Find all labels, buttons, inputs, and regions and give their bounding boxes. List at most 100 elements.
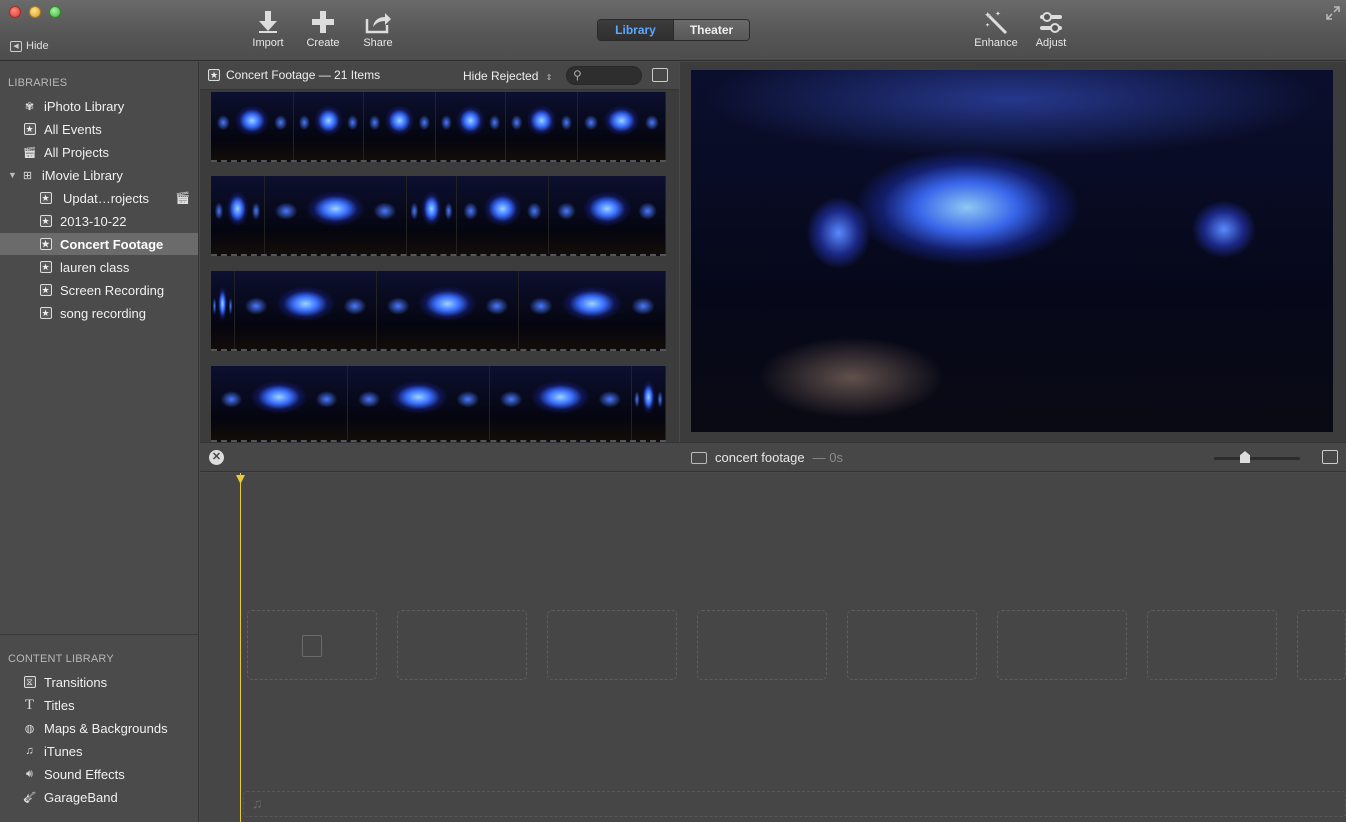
- timeline-header: ✕ concert footage — 0s: [200, 442, 1346, 472]
- close-window-button[interactable]: [9, 6, 21, 18]
- close-project-icon[interactable]: ✕: [209, 450, 224, 465]
- zoom-slider[interactable]: [1214, 451, 1300, 463]
- star-icon: ★: [39, 238, 52, 250]
- libraries-sidebar: LIBRARIES ✾ iPhoto Library ★ All Events …: [0, 62, 199, 822]
- playhead[interactable]: [240, 473, 241, 822]
- hide-label: Hide: [26, 40, 49, 52]
- search-input[interactable]: ⚲: [566, 66, 642, 85]
- clip-frame: [436, 92, 506, 160]
- clip-frame: [457, 176, 549, 254]
- star-icon: ★: [39, 192, 52, 204]
- clip-frame: [549, 176, 666, 254]
- sidebar-item-2013-10-22[interactable]: ★ 2013-10-22: [0, 210, 198, 232]
- clip-frame: [348, 366, 490, 440]
- sidebar-item-transitions[interactable]: ⧖ Transitions: [0, 671, 198, 693]
- event-title: ★ Concert Footage — 21 Items: [208, 68, 381, 82]
- clip-placeholder: [697, 610, 827, 680]
- clip-placeholder: [997, 610, 1127, 680]
- viewer: [680, 62, 1346, 442]
- globe-icon: ◍: [24, 722, 35, 735]
- clip-filmstrip[interactable]: [211, 366, 666, 442]
- library-tab[interactable]: Library: [598, 20, 674, 40]
- svg-text:✦: ✦: [995, 10, 1001, 18]
- clip-filter-popup[interactable]: Hide Rejected ⇕: [463, 69, 552, 83]
- clip-placeholder: [1147, 610, 1277, 680]
- filmstrip-settings-icon[interactable]: [652, 68, 668, 82]
- clip-filmstrip[interactable]: [211, 92, 666, 162]
- grid-icon: ⊞: [22, 169, 33, 182]
- sidebar-item-all-projects[interactable]: 🎬︎ All Projects: [0, 141, 198, 163]
- zoom-slider-knob[interactable]: [1240, 451, 1250, 463]
- clip-frame: [294, 92, 364, 160]
- import-button[interactable]: Import: [240, 10, 296, 49]
- sidebar-item-screen-recording[interactable]: ★ Screen Recording: [0, 279, 198, 301]
- theater-tab[interactable]: Theater: [674, 20, 749, 40]
- sidebar-item-concert-footage[interactable]: ★ Concert Footage: [0, 233, 198, 255]
- clip-frame: [211, 271, 235, 349]
- view-mode-segmented-control: Library Theater: [597, 19, 750, 41]
- minimize-window-button[interactable]: [29, 6, 41, 18]
- toolbar: ◀ Hide Import Create Share Library Theat…: [0, 0, 1346, 61]
- playhead-marker[interactable]: [236, 475, 245, 484]
- clip-placeholder: [397, 610, 527, 680]
- sidebar-item-lauren-class[interactable]: ★ lauren class: [0, 256, 198, 278]
- titles-icon: T: [24, 696, 35, 713]
- clip-frame: [490, 366, 632, 440]
- project-title: concert footage — 0s: [691, 450, 843, 465]
- share-button[interactable]: Share: [350, 10, 406, 49]
- clip-frame: [211, 92, 294, 160]
- magic-wand-icon: ✦ ✦ ✦: [984, 10, 1008, 34]
- create-button[interactable]: Create: [295, 10, 351, 49]
- sidebar-divider: [0, 634, 198, 635]
- clip-frame: [265, 176, 407, 254]
- sidebar-item-garageband[interactable]: 🎸︎ GarageBand: [0, 786, 198, 808]
- sidebar-item-sound-effects[interactable]: 🔊︎ Sound Effects: [0, 763, 198, 785]
- share-icon: [365, 13, 391, 34]
- content-library-header: CONTENT LIBRARY: [8, 653, 114, 665]
- star-icon: ★: [39, 215, 52, 227]
- adjust-button[interactable]: Adjust: [1023, 10, 1079, 49]
- sidebar-item-all-events[interactable]: ★ All Events: [0, 118, 198, 140]
- film-placeholder-icon: [302, 635, 322, 657]
- guitar-icon: 🎸︎: [22, 791, 37, 804]
- enhance-button[interactable]: ✦ ✦ ✦ Enhance: [968, 10, 1024, 49]
- timeline[interactable]: ♫: [200, 473, 1346, 822]
- sidebar-toggle-icon: ◀: [10, 40, 22, 52]
- clip-filmstrip[interactable]: [211, 176, 666, 256]
- sidebar-item-imovie-library[interactable]: ▼ ⊞ iMovie Library: [0, 164, 198, 186]
- clip-frame: [407, 176, 457, 254]
- sidebar-item-itunes[interactable]: ♫ iTunes: [0, 740, 198, 762]
- svg-text:✦: ✦: [984, 11, 992, 21]
- adjust-sliders-icon: [1040, 12, 1062, 33]
- sidebar-item-maps-backgrounds[interactable]: ◍ Maps & Backgrounds: [0, 717, 198, 739]
- hide-libraries-button[interactable]: ◀ Hide: [10, 40, 49, 52]
- disclosure-triangle-icon[interactable]: ▼: [8, 170, 17, 180]
- event-browser: ★ Concert Footage — 21 Items Hide Reject…: [200, 62, 679, 442]
- video-preview[interactable]: [691, 70, 1333, 432]
- sidebar-item-iphoto-library[interactable]: ✾ iPhoto Library: [0, 95, 198, 117]
- clip-filmstrip[interactable]: [211, 271, 666, 351]
- iphoto-icon: ✾: [24, 100, 35, 113]
- sidebar-item-updated-projects[interactable]: ★ Updat…rojects 🎬︎: [0, 187, 198, 209]
- zoom-window-button[interactable]: [49, 6, 61, 18]
- timeline-settings-icon[interactable]: [1322, 450, 1338, 464]
- sidebar-item-titles[interactable]: T Titles: [0, 694, 198, 716]
- clip-placeholder: [847, 610, 977, 680]
- music-note-icon: ♫: [25, 745, 34, 757]
- star-icon: ★: [39, 261, 52, 273]
- clapper-icon: 🎬︎: [175, 191, 191, 205]
- search-icon: ⚲: [573, 68, 582, 82]
- updown-arrows-icon: ⇕: [545, 73, 553, 82]
- speaker-icon: 🔊︎: [26, 767, 33, 780]
- clip-frame: [235, 271, 377, 349]
- svg-text:✦: ✦: [985, 22, 990, 29]
- libraries-header: LIBRARIES: [8, 77, 68, 89]
- clip-frame: [377, 271, 519, 349]
- sidebar-item-song-recording[interactable]: ★ song recording: [0, 302, 198, 324]
- fullscreen-icon[interactable]: [1326, 6, 1340, 20]
- clip-placeholder: [547, 610, 677, 680]
- clip-frame: [211, 176, 265, 254]
- star-icon: ★: [208, 69, 220, 81]
- clip-frame: [632, 366, 666, 440]
- clip-placeholder: [247, 610, 377, 680]
